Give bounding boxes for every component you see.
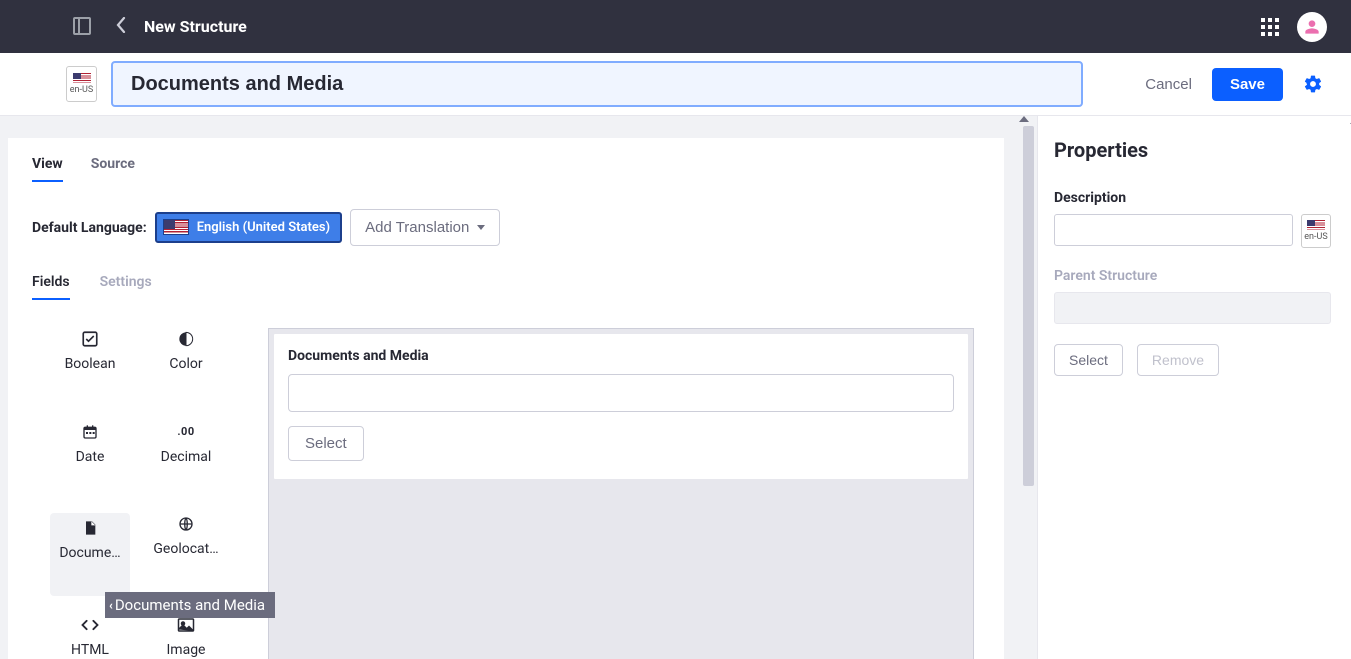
apps-grid-icon[interactable] bbox=[1261, 18, 1279, 36]
form-canvas[interactable]: Documents and Media Select bbox=[268, 328, 974, 659]
builder-card: View Source Default Language: English (U… bbox=[8, 138, 1004, 659]
scroll-up-icon[interactable] bbox=[1019, 116, 1029, 122]
image-icon bbox=[175, 614, 197, 636]
locale-selector[interactable]: en-US bbox=[66, 66, 97, 102]
tab-fields[interactable]: Fields bbox=[32, 274, 70, 300]
language-row: Default Language: English (United States… bbox=[32, 209, 980, 246]
palette-item-boolean[interactable]: Boolean bbox=[50, 328, 130, 403]
palette-item-documents[interactable]: Docume… bbox=[50, 513, 130, 596]
flag-us-icon bbox=[73, 73, 91, 84]
canvas-select-button[interactable]: Select bbox=[288, 426, 364, 461]
sub-header-actions: Cancel Save bbox=[1145, 68, 1323, 101]
decimal-icon: .00 bbox=[175, 421, 197, 443]
parent-structure-label: Parent Structure bbox=[1054, 268, 1331, 284]
properties-title: Properties bbox=[1054, 138, 1331, 162]
description-input[interactable] bbox=[1054, 214, 1293, 246]
header-actions bbox=[1261, 12, 1327, 42]
default-language-label: Default Language: bbox=[32, 220, 147, 236]
parent-structure-input bbox=[1054, 292, 1331, 324]
description-locale-selector[interactable]: en-US bbox=[1301, 214, 1331, 248]
field-palette: Boolean Color Date bbox=[32, 328, 242, 659]
palette-item-image[interactable]: Image bbox=[146, 614, 226, 659]
builder-tabs: View Source bbox=[32, 156, 980, 183]
palette-item-geolocation[interactable]: Geolocat… bbox=[146, 513, 226, 596]
caret-down-icon bbox=[477, 225, 485, 230]
user-avatar[interactable] bbox=[1297, 12, 1327, 42]
structure-name-input[interactable] bbox=[111, 61, 1083, 107]
palette-item-date[interactable]: Date bbox=[50, 421, 130, 496]
document-icon bbox=[79, 517, 101, 539]
scrollbar[interactable] bbox=[1023, 126, 1034, 486]
properties-panel: Properties Description en-US Parent Stru… bbox=[1037, 116, 1351, 659]
tab-source[interactable]: Source bbox=[91, 156, 135, 182]
add-translation-label: Add Translation bbox=[365, 219, 469, 236]
panel-toggle-icon[interactable] bbox=[73, 17, 91, 35]
code-icon bbox=[79, 614, 101, 636]
description-row: en-US bbox=[1054, 214, 1331, 248]
canvas-field-value-input[interactable] bbox=[288, 374, 954, 412]
default-language-value: English (United States) bbox=[197, 220, 330, 235]
builder-zone: View Source Default Language: English (U… bbox=[0, 116, 1037, 659]
tab-settings[interactable]: Settings bbox=[100, 274, 152, 300]
parent-structure-row bbox=[1054, 292, 1331, 324]
palette-item-color[interactable]: Color bbox=[146, 328, 226, 403]
cancel-button[interactable]: Cancel bbox=[1145, 76, 1192, 93]
palette-item-html[interactable]: HTML bbox=[50, 614, 130, 659]
page-title: New Structure bbox=[144, 17, 247, 36]
locale-code: en-US bbox=[70, 85, 93, 95]
parent-remove-button[interactable]: Remove bbox=[1137, 344, 1219, 376]
color-icon bbox=[175, 328, 197, 350]
back-button[interactable] bbox=[116, 17, 126, 37]
palette-tabs: Fields Settings bbox=[32, 274, 980, 300]
default-language-selector[interactable]: English (United States) bbox=[155, 212, 342, 243]
palette-item-decimal[interactable]: .00 Decimal bbox=[146, 421, 226, 496]
globe-icon bbox=[175, 513, 197, 535]
boolean-icon bbox=[79, 328, 101, 350]
save-button[interactable]: Save bbox=[1212, 68, 1283, 101]
sub-header: en-US Cancel Save bbox=[0, 53, 1351, 116]
add-translation-button[interactable]: Add Translation bbox=[350, 209, 500, 246]
canvas-field-label: Documents and Media bbox=[288, 348, 954, 364]
builder-body: Boolean Color Date bbox=[32, 328, 980, 659]
app-header: New Structure bbox=[0, 0, 1351, 53]
locale-code: en-US bbox=[1304, 232, 1327, 242]
main-content: View Source Default Language: English (U… bbox=[0, 116, 1351, 659]
settings-gear-icon[interactable] bbox=[1303, 74, 1323, 94]
description-label: Description bbox=[1054, 190, 1331, 206]
flag-us-icon bbox=[163, 219, 189, 235]
canvas-field-documents[interactable]: Documents and Media Select bbox=[273, 333, 969, 480]
parent-structure-actions: Select Remove bbox=[1054, 344, 1331, 376]
tab-view[interactable]: View bbox=[32, 156, 63, 182]
date-icon bbox=[79, 421, 101, 443]
flag-us-icon bbox=[1307, 220, 1325, 231]
parent-select-button[interactable]: Select bbox=[1054, 344, 1123, 376]
